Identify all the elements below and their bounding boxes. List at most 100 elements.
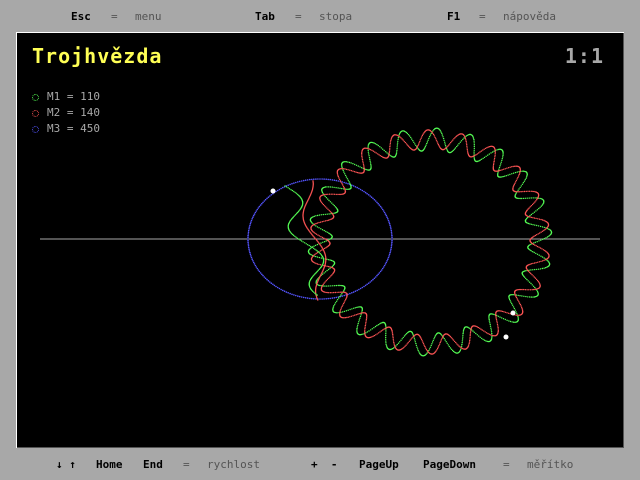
m2-trail-point [440,340,442,342]
m2-trail-point [324,193,326,196]
m1-trail-point [500,176,502,178]
m2-trail-point [513,183,515,186]
m2-trail-point [501,310,504,313]
m2-trail-point [391,331,393,333]
m2-trail-point [381,329,384,331]
m2-trail-point [314,232,316,235]
m1-trail-point [448,345,450,348]
m3-trail-point [370,280,373,282]
home-key[interactable]: Home [96,458,123,471]
plus-minus-keys[interactable]: + - [311,458,338,471]
pageup-key[interactable]: PageUp [359,458,399,471]
m1-trail-point [344,173,346,175]
m1-trail-point [424,147,426,149]
m2-trail-point [535,245,537,247]
m3-trail-point [389,250,392,252]
m3-trail-point [335,179,338,182]
m2-trail-point [523,190,526,193]
m3-trail-point [247,241,249,244]
pagedown-key[interactable]: PageDown [423,458,476,471]
m1-trail-point [370,165,372,167]
m1-trail-point [440,131,442,133]
m2-trail-point [523,288,525,291]
m2-trail-point [448,144,450,146]
m2-trail-point [364,333,366,335]
m1-trail-point [485,340,487,342]
legend-m3: M3 = 450 [32,122,100,135]
m1-trail-point [369,160,371,162]
m1-trail-point [532,296,534,298]
m2-trail-point [504,311,507,313]
m1-trail-point [476,334,478,336]
m3-trail-point [285,291,288,293]
m3-trail-point [248,250,251,252]
m1-trail-point [350,162,352,164]
m2-trail-point [393,341,395,344]
m1-trail-point [429,134,432,136]
m2-trail-point [363,166,365,168]
m3-trail-point [258,270,261,273]
m1-trail-point [385,333,387,335]
m1-trail-point [315,225,317,227]
m3-trail-point [388,222,391,225]
m1-trail-point [479,159,481,161]
m3-trail-point [252,216,254,218]
m3-trail-point [343,181,346,184]
m2-trail-point [469,339,471,342]
m3-trail-point [250,221,252,223]
m3-trail-point [390,246,393,249]
m1-trail-point [319,284,321,287]
m3-trail-point [283,290,286,292]
zoom-desc: měřítko [527,458,574,471]
m3-trail-point [249,224,251,227]
m2-trail-point [469,336,471,339]
m1-trail-point [534,197,536,199]
m2-trail-point [350,170,353,172]
m3-trail-point [363,285,365,288]
m1-trail-point [308,244,310,247]
m2-trail-point [543,219,545,222]
m1-trail-point [385,345,388,347]
m1-trail-point [439,130,442,132]
m1-trail-point [473,140,475,142]
m1-trail-point [316,226,319,228]
m2-trail-point [367,147,369,150]
m2-trail-point [538,232,541,234]
m1-trail-point [528,281,531,283]
m2-trail-point [357,313,359,315]
m3-trail-point [252,214,255,217]
bottom-status-bar: ↓ ↑ Home End = rychlost + - PageUp PageD… [0,448,640,480]
m1-trail-point [357,324,359,326]
m2-trail-point [536,199,538,201]
menu-key[interactable]: Esc [71,10,91,23]
m1-trail-point [485,155,487,157]
m2-trail-point [537,218,539,220]
m2-trail-point [375,152,377,154]
help-key[interactable]: F1 [447,10,460,23]
m2-trail-point [393,344,396,346]
m2-trail-point [339,312,341,314]
m2-trail-point [388,154,390,156]
m3-trail-point [380,269,383,271]
m2-trail-point [364,328,366,330]
m1-trail-point [341,165,343,167]
arrow-keys[interactable]: ↓ ↑ [56,458,76,471]
m2-trail-point [500,310,502,312]
m2-trail-point [493,160,495,163]
m2-trail-point [519,191,521,193]
trail-key[interactable]: Tab [255,10,275,23]
m1-trail-point [326,269,328,272]
m1-trail-point [497,148,499,151]
m3-trail-point [389,224,391,227]
m3-trail-point [379,205,382,208]
m1-trail-point [536,268,538,271]
m2-trail-point [333,193,336,195]
m2-trail-point [433,135,436,137]
m1-trail-point [400,339,402,341]
m1-trail-point [396,149,398,152]
m3-trail-point [257,269,260,271]
m2-trail-point [340,193,342,196]
end-key[interactable]: End [143,458,163,471]
m1-trail-point [452,350,455,353]
m2-trail-point [330,275,332,277]
